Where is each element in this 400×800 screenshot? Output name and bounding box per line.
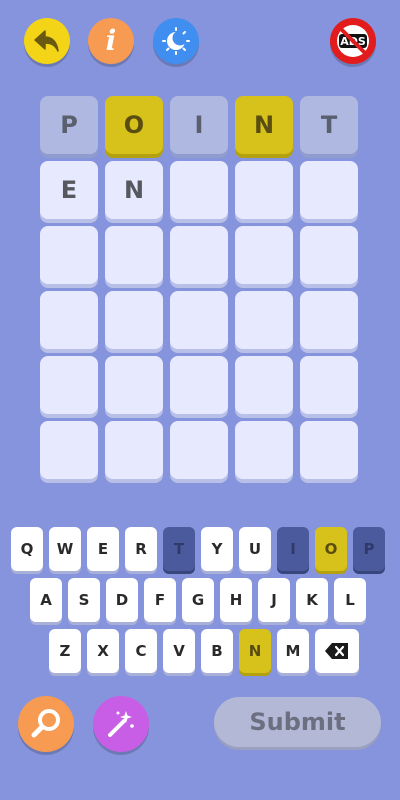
info-button[interactable]: i	[88, 18, 134, 64]
key-y[interactable]: Y	[201, 527, 233, 571]
key-o[interactable]: O	[315, 527, 347, 571]
key-j[interactable]: J	[258, 578, 290, 622]
key-z[interactable]: Z	[49, 629, 81, 673]
key-a[interactable]: A	[30, 578, 62, 622]
key-u[interactable]: U	[239, 527, 271, 571]
grid-tile	[105, 421, 163, 479]
grid-tile	[170, 226, 228, 284]
grid-tile	[300, 226, 358, 284]
grid-tile: N	[105, 161, 163, 219]
grid-tile	[300, 356, 358, 414]
grid-tile	[105, 291, 163, 349]
key-g[interactable]: G	[182, 578, 214, 622]
keyboard-row-3: ZXCVBNM	[49, 629, 359, 673]
key-c[interactable]: C	[125, 629, 157, 673]
grid-tile	[40, 421, 98, 479]
grid-tile	[40, 291, 98, 349]
keyboard-row-1: QWERTYUIOP	[11, 527, 385, 571]
key-s[interactable]: S	[68, 578, 100, 622]
key-t[interactable]: T	[163, 527, 195, 571]
grid-tile	[235, 291, 293, 349]
key-l[interactable]: L	[334, 578, 366, 622]
remove-ads-button[interactable]: ADS	[330, 18, 376, 64]
backspace-key[interactable]	[315, 629, 359, 673]
magic-wand-icon	[108, 711, 134, 737]
key-m[interactable]: M	[277, 629, 309, 673]
grid-tile	[300, 291, 358, 349]
keyboard-row-2: ASDFGHJKL	[30, 578, 366, 622]
magnifier-icon	[31, 709, 60, 738]
key-p[interactable]: P	[353, 527, 385, 571]
key-i[interactable]: I	[277, 527, 309, 571]
submit-button[interactable]: Submit	[214, 697, 381, 747]
ads-slash	[338, 26, 368, 56]
grid-tile	[235, 226, 293, 284]
key-q[interactable]: Q	[11, 527, 43, 571]
key-k[interactable]: K	[296, 578, 328, 622]
grid-tile	[300, 421, 358, 479]
grid-tile	[300, 161, 358, 219]
key-e[interactable]: E	[87, 527, 119, 571]
theme-toggle-button[interactable]	[153, 18, 199, 64]
key-x[interactable]: X	[87, 629, 119, 673]
backspace-icon	[325, 643, 348, 659]
grid-tile: T	[300, 96, 358, 154]
magic-hint-button[interactable]	[93, 696, 149, 752]
grid-tile	[40, 226, 98, 284]
grid-tile	[105, 356, 163, 414]
grid-tile: O	[105, 96, 163, 154]
key-n[interactable]: N	[239, 629, 271, 673]
letter-grid: POINTEN	[40, 96, 358, 479]
key-h[interactable]: H	[220, 578, 252, 622]
grid-tile	[170, 161, 228, 219]
back-button[interactable]	[24, 18, 70, 64]
grid-tile	[235, 356, 293, 414]
top-bar: i ADS	[0, 18, 400, 66]
key-v[interactable]: V	[163, 629, 195, 673]
grid-tile	[170, 356, 228, 414]
grid-tile: P	[40, 96, 98, 154]
grid-tile	[170, 421, 228, 479]
grid-tile: I	[170, 96, 228, 154]
grid-tile	[235, 421, 293, 479]
key-d[interactable]: D	[106, 578, 138, 622]
moon-sun-icon	[162, 27, 190, 55]
key-r[interactable]: R	[125, 527, 157, 571]
grid-tile	[235, 161, 293, 219]
grid-tile: N	[235, 96, 293, 154]
grid-tile	[105, 226, 163, 284]
key-f[interactable]: F	[144, 578, 176, 622]
info-icon: i	[105, 24, 117, 57]
grid-tile	[40, 356, 98, 414]
grid-tile: E	[40, 161, 98, 219]
key-w[interactable]: W	[49, 527, 81, 571]
key-b[interactable]: B	[201, 629, 233, 673]
hint-search-button[interactable]	[18, 696, 74, 752]
back-arrow-icon	[34, 30, 59, 52]
grid-tile	[170, 291, 228, 349]
